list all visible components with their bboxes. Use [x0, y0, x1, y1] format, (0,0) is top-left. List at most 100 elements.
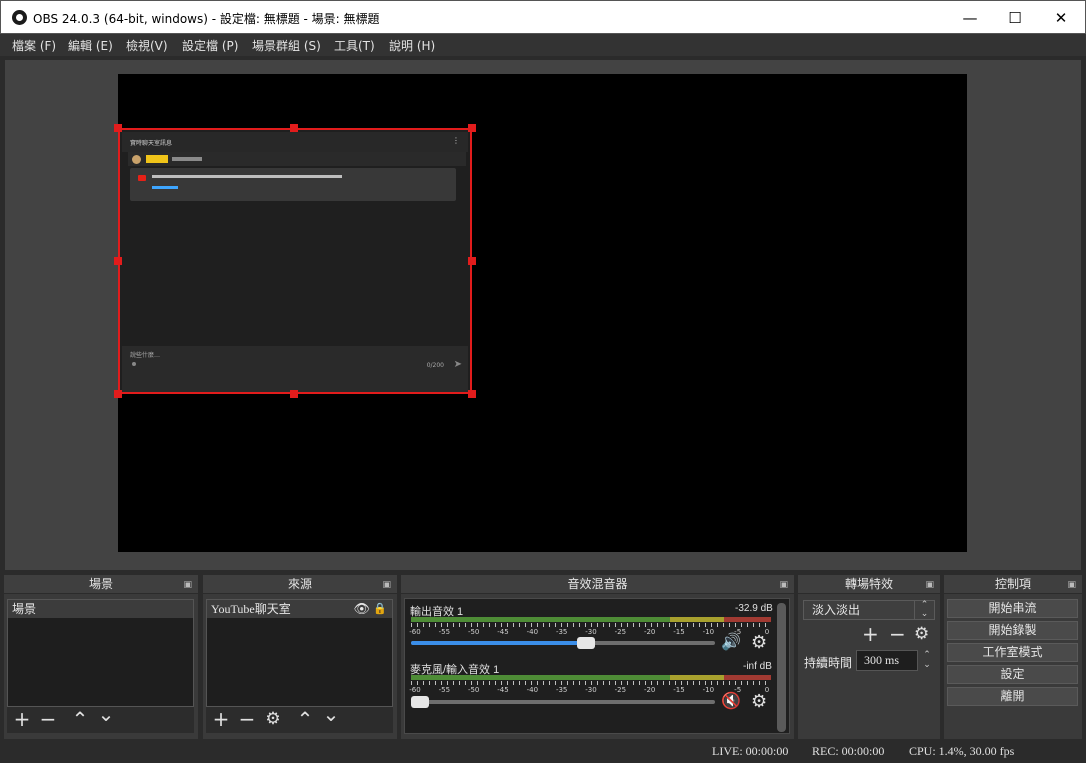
live-status: LIVE: 00:00:00	[712, 744, 789, 758]
settings-button[interactable]: 設定	[947, 665, 1078, 684]
studio-mode-button[interactable]: 工作室模式	[947, 643, 1078, 662]
scale-label: -60	[409, 686, 421, 694]
meter-scale: -60 -55 -50 -45 -40 -35 -30 -25 -20 -15 -10 -5 0	[409, 686, 771, 696]
window-title: OBS 24.0.3 (64-bit, windows) - 設定檔: 無標題 …	[33, 12, 380, 26]
meter-ticks	[411, 681, 771, 685]
menu-edit[interactable]: 編輯 (E)	[68, 37, 113, 54]
transition-gear-icon[interactable]: ⚙	[914, 624, 929, 644]
scale-label: -25	[614, 628, 627, 636]
scale-label: -15	[673, 686, 685, 694]
sources-dock-title: 來源	[287, 577, 312, 591]
resize-handle[interactable]	[468, 390, 476, 398]
transitions-dock-header: 轉場特效 ▣	[798, 575, 940, 594]
eye-icon[interactable]: 👁	[353, 600, 370, 618]
menu-view[interactable]: 檢視(V)	[126, 37, 168, 54]
transition-select[interactable]: 淡入淡出 ⌃ ⌄	[803, 600, 935, 620]
notice-text	[152, 175, 342, 178]
undock-icon[interactable]: ▣	[779, 576, 788, 595]
source-list[interactable]: YouTube聊天室 👁 🔒	[206, 599, 393, 707]
sources-toolbar: + − ⚙ ⌃ ⌄	[206, 703, 393, 733]
remove-transition-button[interactable]: −	[889, 622, 906, 646]
youtube-icon	[138, 175, 146, 181]
undock-icon[interactable]: ▣	[925, 576, 934, 595]
gear-icon[interactable]: ⚙	[751, 632, 767, 653]
undock-icon[interactable]: ▣	[183, 576, 192, 595]
gear-icon[interactable]: ⚙	[751, 691, 767, 712]
volume-meter	[411, 617, 771, 622]
notice-link	[152, 186, 178, 189]
scale-label: -35	[555, 628, 568, 636]
volume-slider-handle[interactable]	[411, 696, 429, 708]
pinned-text	[172, 157, 202, 161]
mixer-dock-title: 音效混音器	[567, 577, 628, 591]
scene-list[interactable]: 場景	[7, 599, 194, 707]
list-item[interactable]: 場景	[8, 600, 193, 618]
pinned-message	[128, 152, 466, 166]
resize-handle[interactable]	[114, 257, 122, 265]
volume-slider[interactable]	[411, 637, 715, 649]
resize-handle[interactable]	[290, 124, 298, 132]
scale-label: -10	[702, 628, 715, 636]
remove-source-button[interactable]: −	[236, 708, 258, 730]
chat-header-title: 實時聊天室訊息	[130, 140, 173, 147]
volume-slider-handle[interactable]	[577, 637, 595, 649]
add-transition-button[interactable]: +	[862, 622, 879, 646]
minimize-button[interactable]: —	[947, 1, 993, 35]
menu-help[interactable]: 說明 (H)	[389, 37, 435, 54]
duration-input[interactable]: 300 ms	[856, 650, 918, 671]
move-scene-down-button[interactable]: ⌄	[95, 703, 117, 725]
move-source-up-button[interactable]: ⌃	[294, 708, 316, 730]
menu-tools[interactable]: 工具(T)	[334, 37, 375, 54]
close-button[interactable]: ✕	[1038, 1, 1084, 35]
cpu-status: CPU: 1.4%, 30.00 fps	[909, 744, 1015, 758]
move-source-down-button[interactable]: ⌄	[320, 703, 342, 725]
remove-scene-button[interactable]: −	[37, 708, 59, 730]
maximize-button[interactable]: ☐	[992, 1, 1038, 35]
browser-source-youtube-chat[interactable]: 實時聊天室訊息 ⋮ 說些什麼… 0/200 ➤	[118, 128, 472, 394]
volume-slider[interactable]	[411, 696, 715, 708]
menu-profile[interactable]: 設定檔 (P)	[182, 37, 238, 54]
start-streaming-button[interactable]: 開始串流	[947, 599, 1078, 618]
scale-label: -50	[467, 686, 480, 694]
scale-label: -25	[614, 686, 627, 694]
menu-file[interactable]: 檔案 (F)	[12, 37, 56, 54]
scale-label: -45	[497, 686, 509, 694]
move-scene-up-button[interactable]: ⌃	[69, 708, 91, 730]
menu-scene-collection[interactable]: 場景群組 (S)	[252, 37, 321, 54]
resize-handle[interactable]	[468, 124, 476, 132]
add-source-button[interactable]: +	[210, 708, 232, 730]
badge	[146, 155, 168, 163]
speaker-icon[interactable]: 🔊	[721, 632, 741, 651]
source-properties-gear-icon[interactable]: ⚙	[262, 708, 284, 730]
volume-meter	[411, 675, 771, 680]
scale-label: -60	[409, 628, 421, 636]
add-scene-button[interactable]: +	[11, 708, 33, 730]
duration-label: 持續時間	[804, 656, 853, 670]
scale-label: -55	[438, 628, 451, 636]
muted-speaker-icon[interactable]: 🔇	[721, 691, 741, 710]
undock-icon[interactable]: ▣	[1067, 576, 1076, 595]
exit-button[interactable]: 離開	[947, 687, 1078, 706]
chat-notice-card	[130, 168, 456, 201]
scenes-dock-title: 場景	[88, 577, 113, 591]
lock-icon[interactable]: 🔒	[373, 600, 387, 618]
scale-label: -55	[438, 686, 451, 694]
resize-handle[interactable]	[114, 124, 122, 132]
resize-handle[interactable]	[290, 390, 298, 398]
volume-slider-fill	[411, 641, 586, 645]
obs-logo-icon	[12, 10, 27, 25]
channel-db: -32.9 dB	[735, 603, 773, 614]
list-item[interactable]: YouTube聊天室 👁 🔒	[207, 600, 392, 618]
sources-dock: 來源 ▣ YouTube聊天室 👁 🔒 + − ⚙ ⌃ ⌄	[203, 575, 397, 739]
undock-icon[interactable]: ▣	[382, 576, 391, 595]
menu-bar: 檔案 (F) 編輯 (E) 檢視(V) 設定檔 (P) 場景群組 (S) 工具(…	[0, 34, 1086, 56]
chat-input-area: 說些什麼… 0/200 ➤	[122, 346, 468, 392]
scale-label: -20	[643, 628, 656, 636]
duration-stepper[interactable]: ⌃ ⌄	[920, 650, 934, 671]
start-recording-button[interactable]: 開始錄製	[947, 621, 1078, 640]
resize-handle[interactable]	[114, 390, 122, 398]
send-icon: ➤	[453, 359, 462, 370]
controls-dock-header: 控制項 ▣	[944, 575, 1082, 594]
mixer-scrollbar[interactable]	[777, 603, 786, 732]
resize-handle[interactable]	[468, 257, 476, 265]
